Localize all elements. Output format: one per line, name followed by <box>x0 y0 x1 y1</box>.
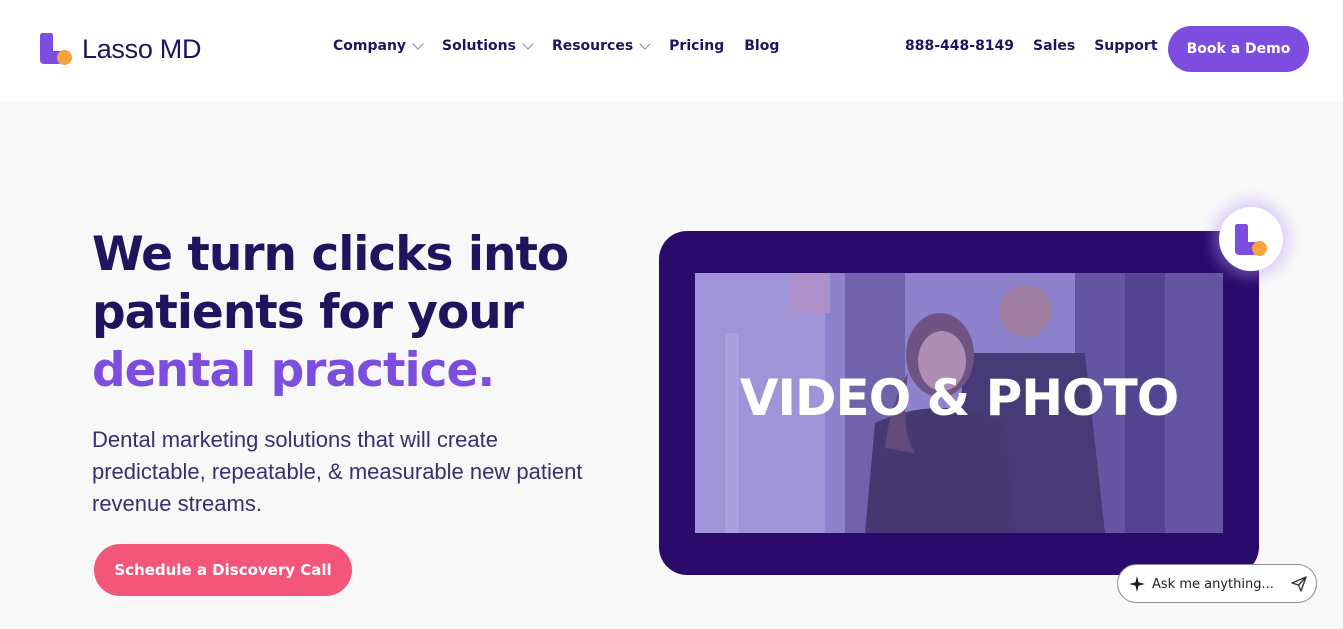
nav-company-label: Company <box>333 38 407 54</box>
lasso-badge <box>1219 207 1283 271</box>
video-card: VIDEO & PHOTO <box>659 231 1259 575</box>
book-demo-button[interactable]: Book a Demo <box>1168 26 1309 72</box>
video-thumbnail[interactable]: VIDEO & PHOTO <box>695 273 1223 533</box>
nav-solutions[interactable]: Solutions <box>442 38 534 54</box>
phone-link[interactable]: 888-448-8149 <box>905 38 1014 54</box>
send-icon[interactable] <box>1290 575 1308 593</box>
nav-company[interactable]: Company <box>333 38 424 54</box>
chat-widget[interactable] <box>1117 564 1317 603</box>
nav-resources[interactable]: Resources <box>551 38 651 54</box>
hero-subtitle: Dental marketing solutions that will cre… <box>92 427 583 516</box>
schedule-discovery-call-button[interactable]: Schedule a Discovery Call <box>94 544 352 596</box>
sales-link[interactable]: Sales <box>1033 38 1075 54</box>
hero-title-line-2: patients for your <box>92 285 524 340</box>
chevron-down-icon <box>522 38 534 50</box>
hero-title: We turn clicks into patients for your de… <box>92 226 612 400</box>
support-link[interactable]: Support <box>1094 38 1157 54</box>
site-header: Lasso MD Company Solutions Resources Pri… <box>0 0 1343 101</box>
sparkle-icon <box>1129 576 1145 592</box>
chat-input[interactable] <box>1152 573 1282 595</box>
lasso-md-logo[interactable]: Lasso MD <box>40 33 201 65</box>
logo-text: Lasso MD <box>82 33 202 64</box>
hero-title-line-1: We turn clicks into <box>92 227 569 282</box>
chevron-down-icon <box>639 38 651 50</box>
main-nav: Company Solutions Resources Pricing Blog <box>333 38 799 54</box>
video-overlay-text: VIDEO & PHOTO <box>739 369 1180 427</box>
chevron-down-icon <box>412 38 424 50</box>
nav-pricing[interactable]: Pricing <box>669 38 724 54</box>
nav-blog[interactable]: Blog <box>744 38 779 54</box>
logo-mark-icon <box>40 33 73 65</box>
hero-title-accent: dental practice. <box>92 343 495 398</box>
nav-solutions-label: Solutions <box>442 38 516 54</box>
utility-nav: 888-448-8149 Sales Support <box>905 38 1177 54</box>
logo-mark-icon <box>1235 224 1268 256</box>
nav-resources-label: Resources <box>551 38 634 54</box>
